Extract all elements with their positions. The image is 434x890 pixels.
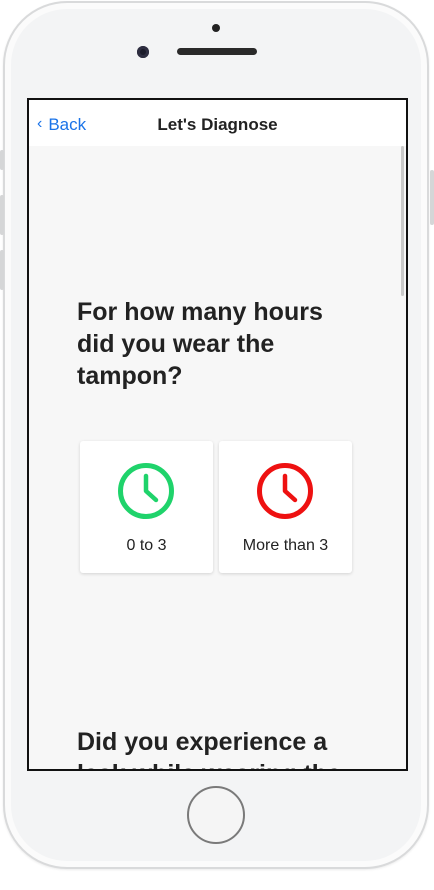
- mute-switch: [0, 150, 4, 170]
- option-label: 0 to 3: [126, 537, 167, 554]
- earpiece-speaker: [177, 48, 257, 55]
- clock-icon: [257, 463, 313, 519]
- question-hours: For how many hours did you wear the tamp…: [77, 298, 323, 390]
- proximity-sensor: [212, 24, 220, 32]
- option-0-to-3[interactable]: 0 to 3: [80, 441, 213, 573]
- scrollbar[interactable]: [401, 146, 404, 296]
- page-title: Let's Diagnose: [157, 115, 278, 134]
- home-button[interactable]: [187, 786, 245, 844]
- front-camera: [137, 46, 149, 58]
- option-more-than-3[interactable]: More than 3: [219, 441, 352, 573]
- option-label: More than 3: [242, 537, 329, 554]
- power-button: [430, 170, 434, 225]
- volume-down-button: [0, 250, 4, 290]
- clock-icon: [118, 463, 174, 519]
- app-screen: ‹ Back Let's Diagnose For how many hours…: [27, 98, 408, 771]
- volume-up-button: [0, 195, 4, 235]
- navigation-bar: ‹ Back Let's Diagnose: [29, 100, 406, 146]
- question-leak: Did you experience a leak while wearing …: [77, 728, 341, 769]
